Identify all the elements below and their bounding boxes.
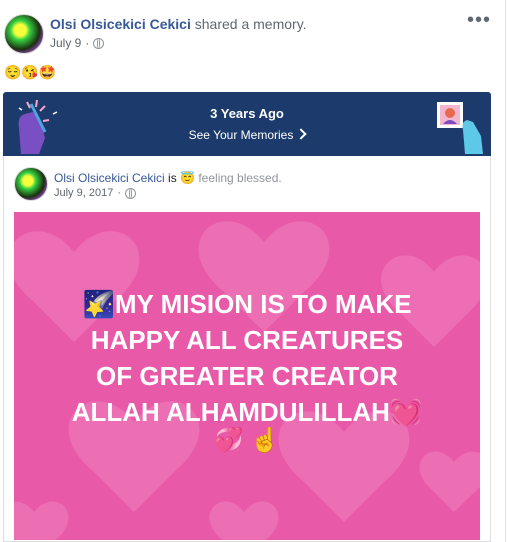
more-options-icon[interactable]: ••• — [467, 10, 491, 30]
see-memories-link[interactable]: See Your Memories — [3, 128, 491, 142]
shared-author-name-link[interactable]: Olsi Olsicekici Cekici — [54, 171, 165, 185]
status-line: OF GREATER CREATOR — [96, 361, 398, 391]
globe-icon[interactable] — [93, 37, 105, 49]
status-line: 🌠MY MISION IS TO MAKE — [82, 289, 412, 319]
halo-face-icon: 😇 — [180, 171, 195, 185]
status-emojis: 💞 ☝️ — [213, 427, 281, 454]
memories-banner[interactable]: 3 Years Ago See Your Memories — [3, 92, 491, 156]
post-header: Olsi Olsicekici Cekici shared a memory. — [50, 16, 307, 32]
post-emoji-text: 😌😘🤩 — [4, 64, 57, 80]
status-line: ALLAH ALHAMDULILLAH💓 — [71, 397, 423, 427]
photo-hand-icon — [437, 102, 483, 154]
memories-years-title: 3 Years Ago — [210, 106, 284, 121]
see-memories-label: See Your Memories — [188, 128, 294, 142]
chevron-right-icon — [295, 128, 308, 140]
status-text: 🌠MY MISION IS TO MAKE HAPPY ALL CREATURE… — [14, 286, 480, 430]
meta-separator: · — [85, 36, 90, 50]
status-line: HAPPY ALL CREATURES — [90, 325, 404, 355]
feeling-text: feeling blessed. — [198, 171, 282, 185]
post-meta: July 9 · — [50, 36, 105, 50]
globe-icon[interactable] — [125, 187, 136, 199]
shared-post-header: Olsi Olsicekici Cekici is 😇 feeling bles… — [54, 171, 282, 185]
shared-status-image[interactable]: 🌠MY MISION IS TO MAKE HAPPY ALL CREATURE… — [14, 212, 480, 540]
shared-author-avatar[interactable] — [14, 167, 48, 201]
shared-post-date-link[interactable]: July 9, 2017 — [54, 187, 113, 199]
shared-is-text: is — [168, 171, 177, 185]
author-name-link[interactable]: Olsi Olsicekici Cekici — [50, 16, 191, 32]
post-card: Olsi Olsicekici Cekici shared a memory. … — [0, 0, 506, 542]
post-date-link[interactable]: July 9 — [50, 36, 81, 50]
shared-post-meta: July 9, 2017 · — [54, 187, 136, 199]
post-action-text: shared a memory. — [194, 16, 307, 32]
shared-meta-separator: · — [117, 187, 121, 199]
author-avatar[interactable] — [4, 14, 44, 54]
